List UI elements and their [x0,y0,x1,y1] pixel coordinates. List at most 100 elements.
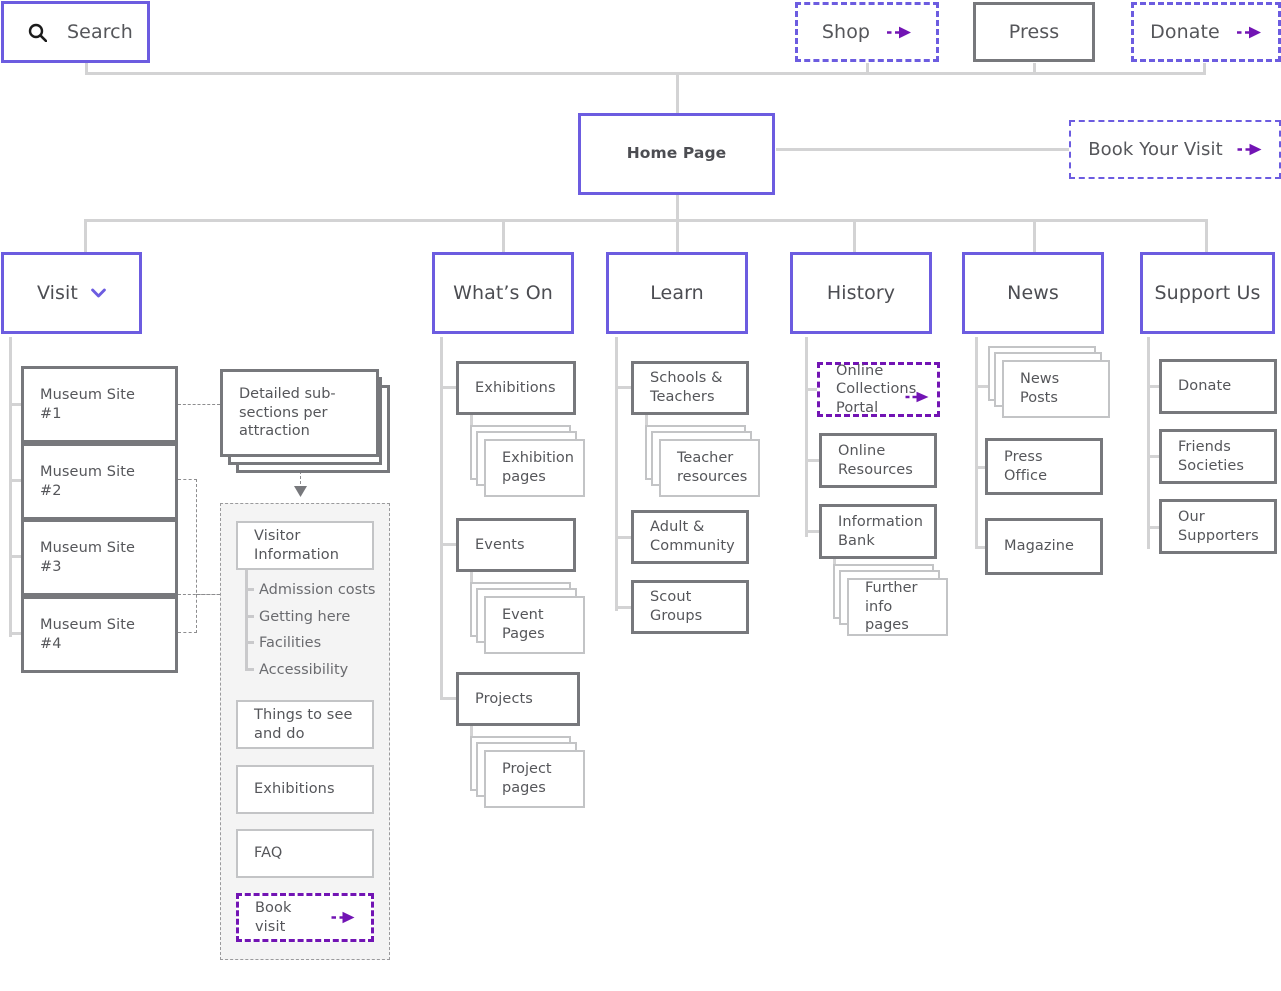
exhibitions-box[interactable]: Exhibitions [456,361,576,415]
events-box[interactable]: Events [456,518,576,572]
connector-sublink-tick-4 [245,668,254,671]
book-visit-box[interactable]: Book visit [236,893,374,942]
search-box[interactable]: Search [1,1,150,63]
connector-learn-tick-3 [615,606,631,609]
sublink-facilities[interactable]: Facilities [259,635,321,651]
information-bank-label: Information Bank [838,513,924,549]
nav-shop-label: Shop [821,20,871,43]
connector-visit-spine [9,337,12,637]
nav-donate-label: Donate [1150,20,1220,43]
faq-box[interactable]: FAQ [236,829,374,878]
schools-teachers-box[interactable]: Schools & Teachers [631,361,749,415]
schools-teachers-label: Schools & Teachers [650,370,723,405]
external-arrow-icon [886,26,912,39]
nav-support-us-label: Support Us [1154,281,1261,304]
projects-box[interactable]: Projects [456,672,580,726]
panel-exhibitions-label: Exhibitions [254,781,335,798]
connector-home-up [676,72,679,114]
connector-nav-drop-learn [676,219,679,252]
event-pages-stack[interactable]: Event Pages [470,582,585,654]
nav-press[interactable]: Press [973,2,1095,62]
connector-support-spine [1147,337,1150,549]
connector-whatson-spine [440,337,443,700]
teacher-resources-stack[interactable]: Teacher resources [645,425,760,497]
connector-site4-dash [178,632,197,633]
connector-news-spine [975,337,978,549]
connector-home-down [676,192,679,220]
visitor-information-box[interactable]: Visitor Information [236,521,374,570]
home-page-box[interactable]: Home Page [578,113,775,195]
connector-home-to-book [776,148,1070,151]
nav-visit[interactable]: Visit [1,252,142,334]
nav-whats-on[interactable]: What’s On [432,252,574,334]
things-to-see-box[interactable]: Things to see and do [236,700,374,749]
magazine-box[interactable]: Magazine [985,518,1103,575]
connector-nav-drop-support [1205,219,1208,252]
detailed-subsections-stack[interactable]: Detailed sub-sections per attraction [220,369,390,473]
connector-sites-bus [196,479,197,633]
sublink-accessibility[interactable]: Accessibility [259,662,348,678]
connector-visitor-sublinks-spine [245,570,248,671]
press-office-label: Press Office [1004,448,1048,484]
connector-nav-drop-whatson [502,219,505,252]
connector-search-drop [85,63,88,75]
online-resources-box[interactable]: Online Resources [819,433,937,488]
detailed-subsections-label: Detailed sub-sections per attraction [220,369,379,457]
adult-community-label: Adult & Community [650,519,735,554]
museum-site-2[interactable]: Museum Site #2 [21,443,178,520]
further-info-pages-stack[interactable]: Further info pages [833,564,948,636]
arrowhead-down-icon [294,486,307,497]
press-office-box[interactable]: Press Office [985,438,1103,495]
panel-exhibitions-box[interactable]: Exhibitions [236,765,374,814]
museum-site-2-label: Museum Site #2 [40,463,136,499]
event-pages-label: Event Pages [484,596,585,654]
nav-history[interactable]: History [790,252,932,334]
museum-site-1-label: Museum Site #1 [40,386,136,422]
book-your-visit-label: Book Your Visit [1088,138,1223,160]
nav-history-label: History [826,281,896,304]
search-icon [28,23,47,42]
exhibitions-label: Exhibitions [475,379,556,396]
external-arrow-icon [1237,143,1262,156]
nav-support-us[interactable]: Support Us [1140,252,1275,334]
nav-news-label: News [1007,281,1059,304]
online-collections-portal-label: Online Collections Portal [836,362,917,416]
museum-site-3[interactable]: Museum Site #3 [21,519,178,596]
nav-shop[interactable]: Shop [795,2,939,62]
nav-donate[interactable]: Donate [1131,2,1281,62]
adult-community-box[interactable]: Adult & Community [631,510,749,564]
sublink-getting-here[interactable]: Getting here [259,609,350,625]
connector-nav-bus [84,219,1208,222]
project-pages-stack[interactable]: Project pages [470,736,585,808]
news-posts-label: News Posts [1002,360,1110,418]
information-bank-box[interactable]: Information Bank [819,504,937,559]
museum-site-4[interactable]: Museum Site #4 [21,596,178,673]
connector-whatson-tick-1 [440,386,456,389]
projects-label: Projects [475,690,533,707]
connector-learn-tick-1 [615,386,631,389]
nav-news[interactable]: News [962,252,1104,334]
friends-societies-box[interactable]: Friends Societies [1159,429,1277,484]
museum-site-1[interactable]: Museum Site #1 [21,366,178,443]
friends-societies-label: Friends Societies [1178,438,1245,474]
connector-nav-drop-visit [84,219,87,252]
book-your-visit-box[interactable]: Book Your Visit [1069,120,1281,179]
connector-donate-drop [1203,63,1206,75]
project-pages-label: Project pages [484,750,585,808]
scout-groups-box[interactable]: Scout Groups [631,580,749,634]
online-collections-portal-box[interactable]: Online Collections Portal [817,362,940,417]
connector-sublink-tick-3 [245,641,254,644]
magazine-label: Magazine [1004,538,1075,555]
our-supporters-box[interactable]: Our Supporters [1159,499,1277,554]
nav-learn[interactable]: Learn [606,252,748,334]
exhibition-pages-stack[interactable]: Exhibition pages [470,425,585,497]
faq-label: FAQ [254,845,283,862]
donate-box[interactable]: Donate [1159,359,1277,414]
sublink-admission-costs[interactable]: Admission costs [259,582,375,598]
our-supporters-label: Our Supporters [1178,508,1259,544]
news-posts-stack[interactable]: News Posts [988,346,1110,418]
connector-utility-bus [85,72,1206,75]
exhibition-pages-label: Exhibition pages [484,439,585,497]
visitor-information-label: Visitor Information [254,527,340,563]
connector-learn-tick-2 [615,536,631,539]
